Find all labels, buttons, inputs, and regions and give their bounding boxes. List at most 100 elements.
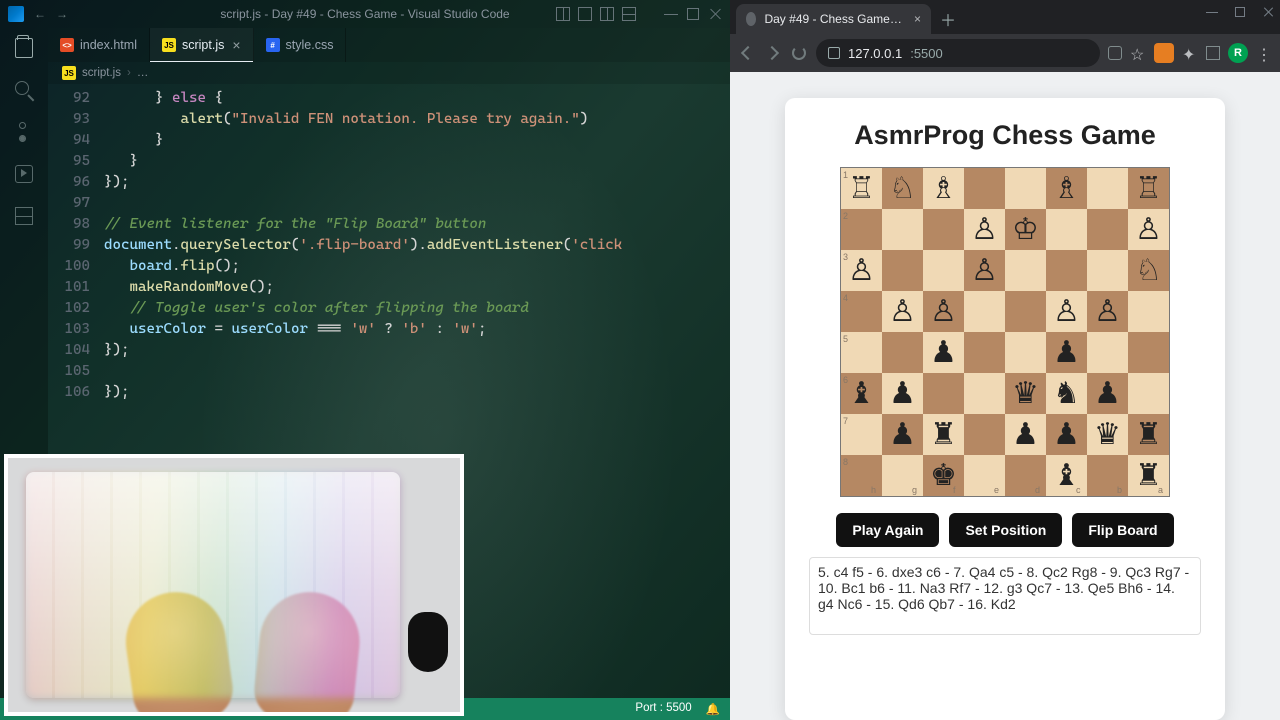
layout-icon[interactable] (622, 7, 636, 21)
search-icon[interactable] (12, 78, 36, 102)
profile-avatar[interactable]: R (1228, 43, 1248, 63)
board-square[interactable] (923, 250, 964, 291)
board-square[interactable] (1046, 250, 1087, 291)
board-square[interactable] (923, 209, 964, 250)
editor-tab[interactable]: # style.css (254, 28, 347, 62)
board-square[interactable]: ♘ (1128, 250, 1169, 291)
board-square[interactable]: ♟ (1087, 373, 1128, 414)
board-square[interactable] (882, 209, 923, 250)
board-square[interactable] (923, 373, 964, 414)
board-square[interactable] (1046, 209, 1087, 250)
layout-icon[interactable] (578, 7, 592, 21)
board-square[interactable] (1128, 332, 1169, 373)
reload-button-icon[interactable] (790, 44, 808, 62)
board-square[interactable]: ♜ (923, 414, 964, 455)
board-square[interactable]: ♟ (923, 332, 964, 373)
tab-close-icon[interactable]: × (914, 12, 921, 26)
board-square[interactable]: ♙ (1128, 209, 1169, 250)
board-square[interactable] (964, 291, 1005, 332)
board-square[interactable] (1128, 291, 1169, 332)
site-info-icon[interactable] (828, 47, 840, 59)
new-tab-button[interactable]: ＋ (935, 6, 961, 32)
layout-icon[interactable] (600, 7, 614, 21)
board-square[interactable]: ♟ (882, 414, 923, 455)
board-square[interactable] (964, 168, 1005, 209)
board-square[interactable]: ♙ (1046, 291, 1087, 332)
board-square[interactable] (1005, 332, 1046, 373)
rank-label: 5 (843, 334, 848, 344)
status-port[interactable]: Port : 5500 (635, 702, 691, 716)
board-square[interactable] (1087, 168, 1128, 209)
board-square[interactable]: ♟ (1046, 414, 1087, 455)
back-button-icon[interactable] (738, 44, 756, 62)
window-close-icon[interactable] (1262, 6, 1274, 18)
play-again-button[interactable]: Play Again (836, 513, 939, 547)
board-square[interactable] (1087, 250, 1128, 291)
board-square[interactable] (1005, 291, 1046, 332)
board-square[interactable] (1087, 332, 1128, 373)
extensions-icon[interactable] (12, 204, 36, 228)
board-square[interactable]: ♔ (1005, 209, 1046, 250)
board-square[interactable]: ♗ (1046, 168, 1087, 209)
menu-arrow-icon[interactable]: → (56, 7, 68, 21)
breadcrumb[interactable]: JS script.js › … (48, 62, 730, 84)
board-square[interactable]: ♙ (964, 250, 1005, 291)
board-square[interactable]: ♟ (1005, 414, 1046, 455)
board-square[interactable] (882, 250, 923, 291)
board-square[interactable] (1128, 373, 1169, 414)
board-square[interactable] (882, 332, 923, 373)
layout-icon[interactable] (556, 7, 570, 21)
window-maximize-icon[interactable] (1234, 6, 1246, 18)
board-square[interactable]: ♛ (1005, 373, 1046, 414)
explorer-icon[interactable] (12, 36, 36, 60)
debug-icon[interactable] (12, 162, 36, 186)
extensions-puzzle-icon[interactable]: ✦ (1182, 45, 1198, 61)
set-position-button[interactable]: Set Position (949, 513, 1062, 547)
move-history[interactable]: 5. c4 f5 - 6. dxe3 c6 - 7. Qa4 c5 - 8. Q… (809, 557, 1201, 635)
editor-tab[interactable]: <> index.html (48, 28, 150, 62)
board-square[interactable] (1005, 250, 1046, 291)
board-square[interactable]: ♙ (964, 209, 1005, 250)
window-maximize-icon[interactable] (686, 7, 700, 21)
browser-window: Day #49 - Chess Game | AsmrPr... × ＋ 127… (730, 0, 1280, 720)
board-square[interactable]: ♙ (882, 291, 923, 332)
board-square[interactable]: ♙ (923, 291, 964, 332)
board-square[interactable]: ♞ (1046, 373, 1087, 414)
kebab-menu-icon[interactable]: ⋮ (1256, 45, 1272, 61)
board-square[interactable] (964, 332, 1005, 373)
window-minimize-icon[interactable] (1206, 6, 1218, 18)
browser-tab[interactable]: Day #49 - Chess Game | AsmrPr... × (736, 4, 931, 34)
sidepanel-icon[interactable] (1206, 46, 1220, 60)
button-row: Play Again Set Position Flip Board (809, 513, 1201, 547)
html-file-icon: <> (60, 38, 74, 52)
board-square[interactable]: ♖ (1128, 168, 1169, 209)
board-square[interactable] (964, 373, 1005, 414)
bookmark-star-icon[interactable]: ☆ (1130, 45, 1146, 61)
menu-arrow-icon[interactable]: ← (34, 7, 46, 21)
address-bar[interactable]: 127.0.0.1:5500 (816, 39, 1100, 67)
window-close-icon[interactable] (708, 7, 722, 21)
chess-board[interactable]: ♖♘♗♗♖♙♔♙♙♙♘♙♙♙♙♟♟♝♟♛♞♟♟♜♟♟♛♜♚♝♜12345678h… (840, 167, 1170, 497)
board-square[interactable]: ♗ (923, 168, 964, 209)
board-square[interactable]: ♛ (1087, 414, 1128, 455)
flip-board-button[interactable]: Flip Board (1072, 513, 1173, 547)
board-square[interactable] (1087, 209, 1128, 250)
extension-icon[interactable] (1154, 43, 1174, 63)
share-icon[interactable] (1108, 46, 1122, 60)
board-square[interactable]: ♚ (923, 455, 964, 496)
board-square[interactable]: ♙ (1087, 291, 1128, 332)
board-square[interactable] (964, 414, 1005, 455)
source-control-icon[interactable] (12, 120, 36, 144)
board-square[interactable] (1005, 168, 1046, 209)
board-square[interactable]: ♜ (1128, 414, 1169, 455)
window-minimize-icon[interactable] (664, 7, 678, 21)
forward-button-icon[interactable] (764, 44, 782, 62)
page-title: AsmrProg Chess Game (809, 120, 1201, 151)
js-file-icon: JS (62, 66, 76, 80)
tab-close-icon[interactable]: × (232, 38, 240, 52)
status-bell-icon[interactable]: 🔔 (706, 702, 720, 716)
editor-tab[interactable]: JS script.js× (150, 28, 254, 62)
board-square[interactable]: ♟ (1046, 332, 1087, 373)
board-square[interactable]: ♘ (882, 168, 923, 209)
board-square[interactable]: ♟ (882, 373, 923, 414)
